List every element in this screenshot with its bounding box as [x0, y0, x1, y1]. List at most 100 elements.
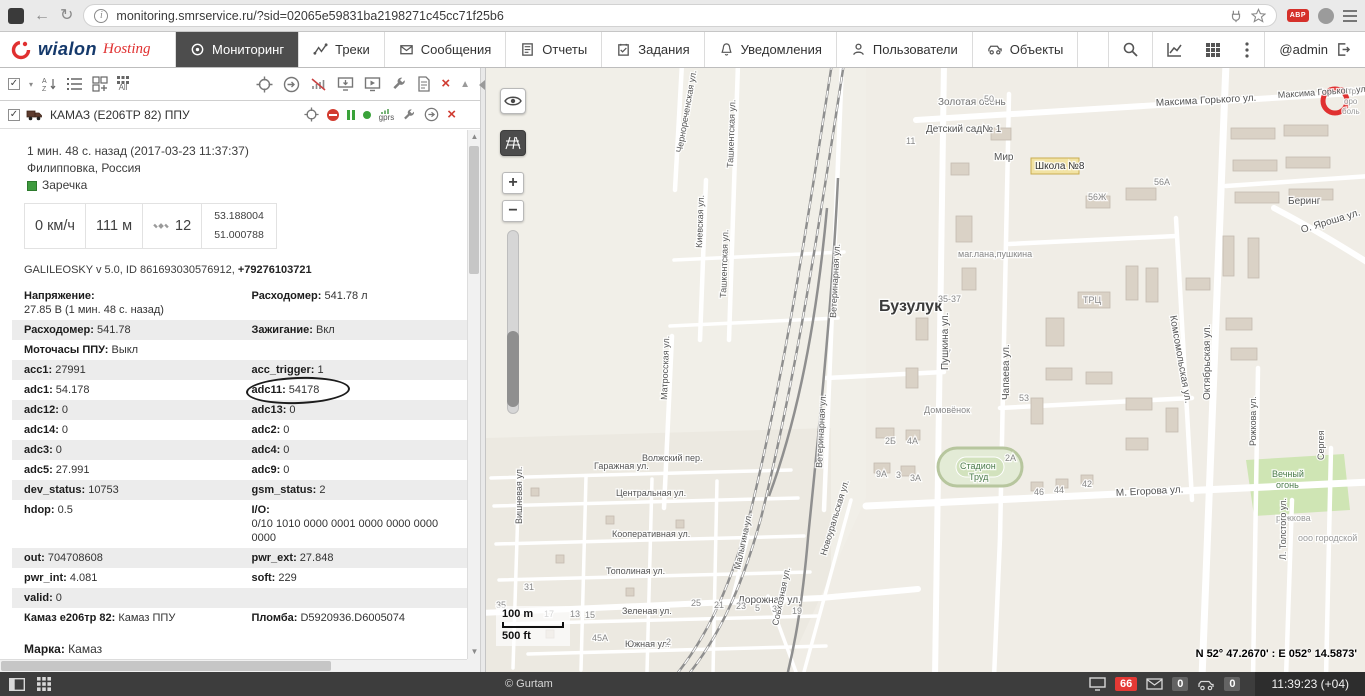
geofence-color-swatch: [27, 181, 37, 191]
browser-menu-icon[interactable]: [1343, 10, 1357, 22]
param-cell: Расходомер: 541.78: [12, 320, 240, 340]
vertical-scroll-thumb[interactable]: [469, 146, 479, 274]
map-label: огонь: [1276, 480, 1299, 490]
param-cell: adc11: 54178: [240, 380, 468, 400]
checkbox-dropdown-icon[interactable]: ▾: [29, 80, 33, 89]
chart-tool-button[interactable]: [1152, 32, 1196, 67]
online-notices-icon[interactable]: [1089, 677, 1106, 691]
visibility-eye-button[interactable]: [500, 88, 526, 114]
param-cell: Напряжение: 27.85 В (1 мин. 48 с. назад): [12, 286, 240, 320]
user-menu[interactable]: @admin: [1264, 32, 1365, 67]
copyright[interactable]: © Gurtam: [505, 678, 553, 690]
adblock-icon[interactable]: ABP: [1287, 9, 1309, 22]
collapse-panel-icon[interactable]: ▲: [460, 79, 470, 90]
zoom-slider-thumb[interactable]: [507, 331, 519, 407]
unit-row[interactable]: ✓ КАМАЗ (Е206ТР 82) ППУ gprs ×: [0, 101, 480, 129]
unit-follow-icon[interactable]: [424, 107, 439, 122]
tab-label: Сообщения: [421, 42, 492, 57]
wialon-logo: wialon Hosting: [0, 32, 176, 67]
mail-icon[interactable]: [1146, 678, 1163, 690]
more-menu-button[interactable]: [1230, 32, 1264, 67]
messages-count-badge[interactable]: 66: [1115, 677, 1137, 691]
tab-reports[interactable]: Отчеты: [506, 32, 602, 67]
horizontal-scrollbar[interactable]: [0, 659, 467, 672]
document-icon[interactable]: [417, 76, 431, 92]
map-label: 21: [714, 600, 724, 610]
show-all-button[interactable]: All: [117, 76, 129, 92]
remove-unit-icon[interactable]: ×: [447, 108, 456, 122]
toggle-panel-icon[interactable]: [9, 678, 25, 691]
back-icon[interactable]: ←: [34, 8, 50, 24]
site-info-icon[interactable]: i: [94, 9, 108, 23]
collapse-splitter-icon[interactable]: [479, 80, 485, 90]
zoom-in-button[interactable]: +: [502, 172, 524, 194]
map-label: Бузулук: [879, 298, 943, 315]
address-bar[interactable]: i monitoring.smrservice.ru/?sid=02065e59…: [83, 4, 1276, 27]
vertical-scrollbar[interactable]: ▲ ▼: [467, 130, 480, 659]
tracks-icon: [313, 42, 328, 57]
clear-list-icon[interactable]: ×: [441, 77, 450, 91]
sms-count-badge[interactable]: 0: [1172, 677, 1188, 691]
map-layers-icon: [505, 136, 521, 150]
locate-all-icon[interactable]: [256, 76, 273, 93]
bottom-apps-grid-icon[interactable]: [37, 677, 51, 691]
url-text[interactable]: monitoring.smrservice.ru/?sid=02065e5983…: [116, 9, 1220, 23]
apps-grid-button[interactable]: [1196, 32, 1230, 67]
map-container[interactable]: Золотая осеньМаксима Горького ул.Максима…: [486, 68, 1365, 672]
param-cell-empty: [240, 340, 468, 360]
locate-unit-icon[interactable]: [304, 107, 319, 122]
map-source-button[interactable]: [500, 130, 526, 156]
eye-icon: [504, 95, 522, 107]
map-label: 25: [691, 598, 701, 608]
routes-count-badge[interactable]: 0: [1224, 677, 1240, 691]
tab-label: Мониторинг: [212, 42, 284, 57]
search-button[interactable]: [1108, 32, 1152, 67]
unit-checkbox[interactable]: ✓: [8, 109, 20, 121]
zoom-out-button[interactable]: −: [502, 200, 524, 222]
no-connection-icon[interactable]: [310, 76, 327, 92]
map-label: 15: [585, 610, 595, 620]
wrench-icon[interactable]: [391, 76, 407, 92]
unit-settings-wrench-icon[interactable]: [402, 108, 416, 122]
media-monitor-icon[interactable]: [364, 76, 381, 92]
profile-icon[interactable]: [1318, 8, 1334, 24]
tab-jobs[interactable]: Задания: [602, 32, 704, 67]
tab-tracks[interactable]: Треки: [299, 32, 385, 67]
tab-monitoring[interactable]: Мониторинг: [176, 32, 299, 67]
blocked-icon[interactable]: [327, 109, 339, 121]
bookmark-star-icon[interactable]: [1251, 8, 1266, 23]
unit-name[interactable]: КАМАЗ (Е206ТР 82) ППУ: [50, 108, 190, 122]
map-label: 3: [772, 604, 777, 614]
messages-icon: [399, 42, 414, 57]
follow-all-icon[interactable]: [283, 76, 300, 93]
plugin-icon[interactable]: [1229, 9, 1243, 23]
filter-grid-icon[interactable]: [92, 76, 108, 92]
zoom-slider[interactable]: [507, 230, 519, 414]
reload-icon[interactable]: ↻: [60, 8, 73, 24]
map-label: 5: [755, 603, 760, 613]
tab-units[interactable]: Объекты: [973, 32, 1079, 67]
param-cell: dev_status: 10753: [12, 480, 240, 500]
param-cell: I/O: 0/10 1010 0000 0001 0000 0000 0000 …: [240, 500, 468, 548]
tab-notifications[interactable]: Уведомления: [705, 32, 837, 67]
param-cell: hdop: 0.5: [12, 500, 240, 548]
list-view-icon[interactable]: [67, 77, 83, 91]
param-cell: adc12: 0: [12, 400, 240, 420]
param-cell: adc5: 27.991: [12, 460, 240, 480]
vehicle-icon[interactable]: [1197, 678, 1215, 691]
tab-label: Объекты: [1010, 42, 1064, 57]
tab-messages[interactable]: Сообщения: [385, 32, 507, 67]
unit-actions: gprs ×: [304, 107, 472, 122]
monitor-arrow-icon[interactable]: [337, 76, 354, 92]
truck-icon: [26, 108, 44, 121]
device-phone: +79276103721: [238, 264, 312, 276]
map-label: 42: [1082, 479, 1092, 489]
select-all-checkbox[interactable]: ✓: [8, 78, 20, 90]
tab-users[interactable]: Пользователи: [837, 32, 973, 67]
horizontal-scroll-thumb[interactable]: [1, 661, 331, 671]
map-canvas[interactable]: Золотая осеньМаксима Горького ул.Максима…: [486, 68, 1365, 672]
map-label: 50: [984, 94, 994, 104]
app-window: ← ↻ i monitoring.smrservice.ru/?sid=0206…: [0, 0, 1365, 696]
sort-az-icon[interactable]: AZ: [42, 76, 58, 92]
logout-icon: [1336, 42, 1351, 57]
